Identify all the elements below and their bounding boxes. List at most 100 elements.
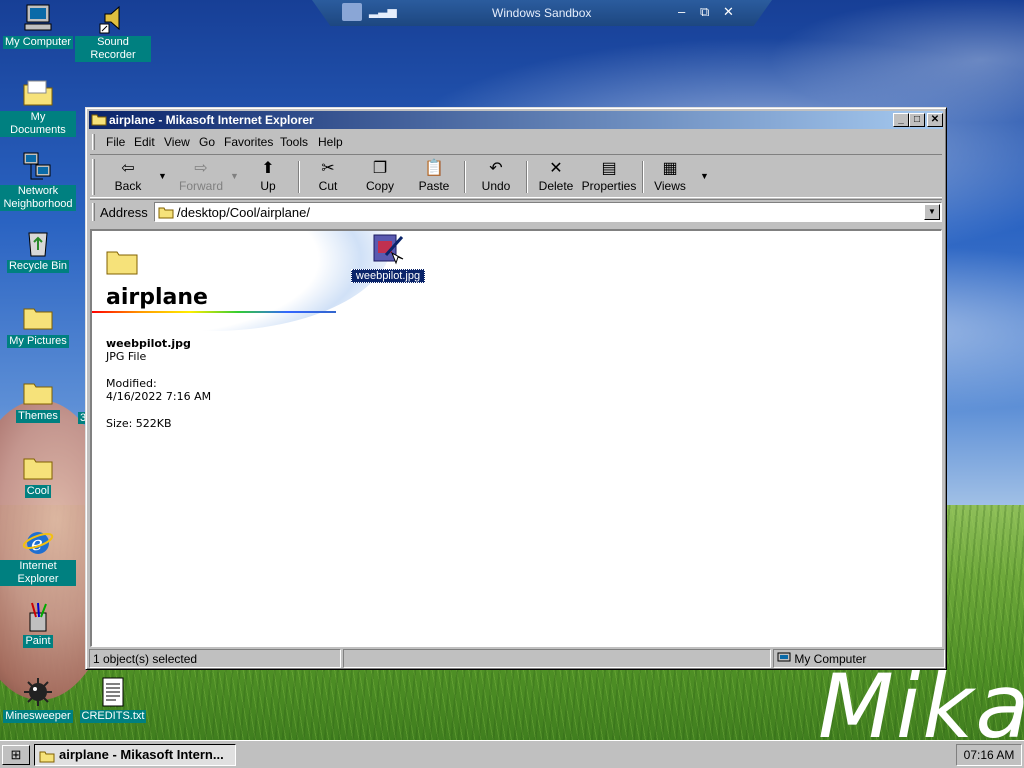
desktop-icon-themes[interactable]: Themes	[0, 376, 76, 423]
my-computer-icon	[777, 652, 791, 662]
desktop-icon-recycle-bin[interactable]: Recycle Bin	[0, 226, 76, 273]
window-title: airplane - Mikasoft Internet Explorer	[109, 113, 314, 127]
my-computer-icon	[24, 4, 52, 31]
menu-help[interactable]: Help	[318, 135, 343, 149]
minimize-button[interactable]: _	[893, 113, 909, 127]
status-zone-label: My Computer	[794, 652, 867, 666]
connection-icon: ▂▃▅	[369, 4, 397, 18]
desktop-icon-internet-explorer[interactable]: e Internet Explorer	[0, 526, 76, 586]
desktop-icon-label: My Computer	[2, 36, 74, 49]
menu-bar: File Edit View Go Favorites Tools Help	[90, 132, 942, 152]
up-label: Up	[260, 179, 276, 193]
address-grip	[92, 203, 95, 221]
start-button[interactable]: ⊞	[2, 745, 30, 765]
desktop-icon-network[interactable]: Network Neighborhood	[0, 151, 76, 211]
network-icon	[23, 152, 51, 180]
start-logo-icon: ⊞	[10, 747, 22, 762]
sandbox-close-button[interactable]: ✕	[723, 4, 734, 20]
image-file-icon	[372, 233, 404, 265]
forward-dropdown[interactable]: ▼	[230, 171, 239, 181]
toolbar-grip	[92, 159, 95, 195]
delete-x-icon: ✕	[549, 160, 563, 177]
menu-tools[interactable]: Tools	[280, 135, 308, 149]
delete-button[interactable]: ✕ Delete	[536, 159, 576, 193]
desktop-icon-my-documents[interactable]: My Documents	[0, 77, 76, 137]
minesweeper-icon	[24, 678, 52, 706]
views-icon: ▦	[662, 160, 678, 177]
desktop-icon-label: CREDITS.txt	[79, 710, 147, 723]
folder-icon	[23, 80, 53, 106]
copy-label: Copy	[365, 179, 394, 193]
desktop-icon-label: Paint	[23, 635, 53, 648]
undo-button[interactable]: ↶ Undo	[478, 159, 514, 193]
taskbar-window-button[interactable]: airplane - Mikasoft Intern...	[34, 744, 236, 766]
folder-icon	[23, 383, 53, 405]
menu-file[interactable]: File	[106, 135, 125, 149]
menu-grip	[92, 134, 95, 150]
properties-icon: ▤	[601, 160, 617, 177]
sandbox-minimize-button[interactable]: –	[678, 4, 685, 19]
undo-icon: ↶	[489, 160, 503, 177]
toolbar-separator	[298, 161, 300, 193]
explorer-window[interactable]: airplane - Mikasoft Internet Explorer _ …	[85, 107, 947, 670]
menu-view[interactable]: View	[164, 135, 190, 149]
undo-label: Undo	[481, 179, 511, 193]
views-button[interactable]: ▦ Views	[652, 159, 688, 193]
desktop-icon-my-pictures[interactable]: My Pictures	[0, 301, 76, 348]
folder-icon	[23, 308, 53, 330]
file-item[interactable]: weebpilot.jpg	[348, 233, 428, 283]
back-dropdown[interactable]: ▼	[158, 171, 167, 181]
folder-view[interactable]: airplane weebpilot.jpg JPG File Modified…	[90, 229, 942, 647]
recycle-bin-icon	[28, 232, 48, 257]
copy-button[interactable]: ❐ Copy	[362, 159, 398, 193]
back-arrow-icon: ⇦	[121, 160, 135, 177]
address-input[interactable]: /desktop/Cool/airplane/ ▼	[154, 202, 942, 222]
toolbar-separator	[526, 161, 528, 193]
copy-icon: ❐	[372, 160, 388, 177]
desktop-icon-paint[interactable]: Paint	[0, 601, 76, 648]
desktop-icon-cool[interactable]: Cool	[0, 451, 76, 498]
forward-label: Forward	[178, 179, 223, 193]
desktop-icon-label: Themes	[16, 410, 60, 423]
properties-label: Properties	[581, 179, 637, 193]
status-zone: My Computer	[773, 649, 945, 668]
menu-go[interactable]: Go	[199, 135, 215, 149]
views-dropdown[interactable]: ▼	[700, 171, 709, 181]
forward-arrow-icon: ⇨	[194, 160, 208, 177]
desktop-icon-minesweeper[interactable]: Minesweeper	[0, 676, 76, 723]
close-button[interactable]: ✕	[927, 113, 943, 127]
sandbox-restore-button[interactable]: ⧉	[700, 4, 709, 20]
scissors-icon: ✂	[321, 160, 335, 177]
folder-icon	[39, 751, 55, 763]
menu-favorites[interactable]: Favorites	[224, 135, 273, 149]
maximize-button[interactable]: □	[909, 113, 925, 127]
sandbox-bar: ▂▃▅ Windows Sandbox – ⧉ ✕	[312, 0, 772, 26]
desktop-icon-label: Minesweeper	[3, 710, 73, 723]
paste-button[interactable]: 📋 Paste	[416, 159, 452, 193]
status-bar: 1 object(s) selected My Computer	[89, 649, 945, 668]
properties-button[interactable]: ▤ Properties	[580, 159, 638, 193]
folder-icon	[158, 207, 174, 219]
taskbar: ⊞ airplane - Mikasoft Intern... 07:16 AM	[0, 740, 1024, 768]
desktop-icon-my-computer[interactable]: My Computer	[0, 2, 76, 49]
selected-file-name: weebpilot.jpg	[106, 337, 191, 350]
window-titlebar[interactable]: airplane - Mikasoft Internet Explorer _ …	[89, 111, 943, 129]
menu-edit[interactable]: Edit	[134, 135, 155, 149]
address-bar: Address /desktop/Cool/airplane/ ▼	[90, 199, 942, 223]
folder-icon	[106, 251, 138, 275]
system-tray-clock[interactable]: 07:16 AM	[956, 744, 1022, 766]
taskbar-window-label: airplane - Mikasoft Intern...	[59, 747, 224, 762]
forward-button[interactable]: ⇨ Forward	[172, 159, 230, 193]
back-button[interactable]: ⇦ Back	[108, 159, 148, 193]
desktop-icon-sound-recorder[interactable]: Sound Recorder	[75, 2, 151, 62]
pin-icon[interactable]	[342, 3, 362, 21]
cut-label: Cut	[318, 179, 338, 193]
up-button[interactable]: ⬆ Up	[250, 159, 286, 193]
file-size: Size: 522KB	[106, 417, 172, 430]
cut-button[interactable]: ✂ Cut	[312, 159, 344, 193]
desktop-icon-label: Cool	[24, 485, 52, 498]
sound-recorder-icon	[99, 5, 120, 34]
desktop-icon-credits[interactable]: CREDITS.txt	[75, 676, 151, 723]
address-dropdown-button[interactable]: ▼	[924, 204, 940, 220]
back-label: Back	[114, 179, 142, 193]
